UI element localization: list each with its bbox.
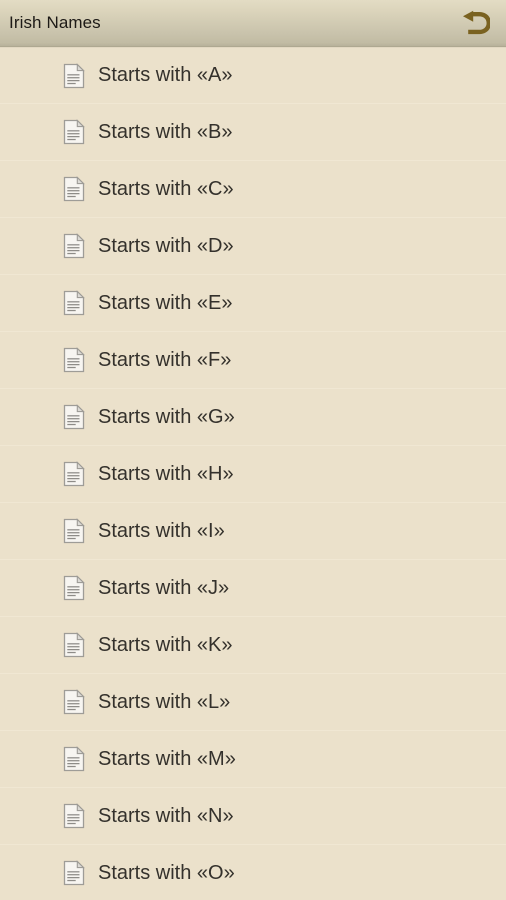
back-icon — [460, 10, 490, 36]
list-item[interactable]: Starts with «F» — [0, 332, 506, 389]
list-item[interactable]: Starts with «K» — [0, 617, 506, 674]
list-item-label: Starts with «I» — [98, 519, 225, 542]
list-item[interactable]: Starts with «H» — [0, 446, 506, 503]
list-item[interactable]: Starts with «E» — [0, 275, 506, 332]
list-item[interactable]: Starts with «I» — [0, 503, 506, 560]
list-item-label: Starts with «N» — [98, 804, 234, 827]
list-item-label: Starts with «A» — [98, 64, 233, 86]
list-item[interactable]: Starts with «B» — [0, 104, 506, 161]
document-icon — [63, 518, 85, 544]
document-icon — [63, 404, 85, 430]
list-item[interactable]: Starts with «O» — [0, 845, 506, 900]
list-item[interactable]: Starts with «C» — [0, 161, 506, 218]
list-item-label: Starts with «D» — [98, 234, 234, 257]
document-icon — [63, 746, 85, 772]
document-icon — [63, 233, 85, 259]
document-icon — [63, 176, 85, 202]
list-item-label: Starts with «J» — [98, 576, 230, 599]
list-item[interactable]: Starts with «J» — [0, 560, 506, 617]
list-item[interactable]: Starts with «M» — [0, 731, 506, 788]
list-item-label: Starts with «E» — [98, 291, 233, 314]
list-item-label: Starts with «C» — [98, 177, 234, 200]
list-item[interactable]: Starts with «G» — [0, 389, 506, 446]
list-item-label: Starts with «L» — [98, 690, 231, 713]
page-title: Irish Names — [9, 12, 101, 32]
app-window: Irish Names Starts with «A» Starts with «… — [0, 0, 506, 900]
document-icon — [63, 689, 85, 715]
document-icon — [63, 290, 85, 316]
list-item[interactable]: Starts with «L» — [0, 674, 506, 731]
list-item[interactable]: Starts with «D» — [0, 218, 506, 275]
title-bar: Irish Names — [0, 0, 506, 47]
document-icon — [63, 803, 85, 829]
document-icon — [63, 860, 85, 886]
document-icon — [63, 575, 85, 601]
document-icon — [63, 461, 85, 487]
back-button[interactable] — [458, 6, 492, 40]
document-icon — [63, 62, 85, 89]
list-item-label: Starts with «B» — [98, 120, 233, 143]
list-item-label: Starts with «O» — [98, 861, 235, 884]
document-icon — [63, 119, 85, 145]
list-item-label: Starts with «M» — [98, 747, 236, 770]
list-item[interactable]: Starts with «A» — [0, 47, 506, 104]
document-icon — [63, 347, 85, 373]
list-item-label: Starts with «G» — [98, 405, 235, 428]
list-item-label: Starts with «H» — [98, 462, 234, 485]
list-item[interactable]: Starts with «N» — [0, 788, 506, 845]
list-item-label: Starts with «K» — [98, 633, 233, 656]
document-icon — [63, 632, 85, 658]
list-item-label: Starts with «F» — [98, 348, 232, 371]
letter-list[interactable]: Starts with «A» Starts with «B» Starts wit… — [0, 47, 506, 900]
